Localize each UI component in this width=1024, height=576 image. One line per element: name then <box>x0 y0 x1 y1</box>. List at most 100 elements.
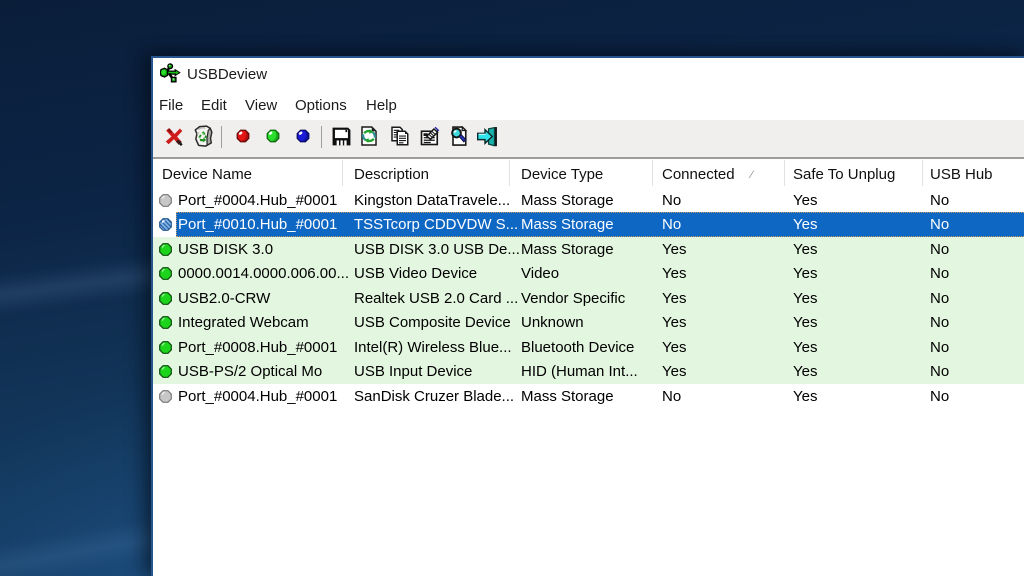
device-status-green-icon <box>159 291 172 305</box>
toolbar-uninstall-device-button[interactable] <box>190 123 216 149</box>
device-row[interactable]: Port_#0008.Hub_#0001 Intel(R) Wireless Bl… <box>153 334 1024 360</box>
device-status-gray-icon <box>159 389 172 403</box>
device-row[interactable]: Port_#0010.Hub_#0001 TSSTcorp CDDVDW S...… <box>153 212 1024 237</box>
cell-usb_hub: No <box>930 387 950 405</box>
device-status-gray-icon <box>159 194 172 207</box>
cell-safe_to_unplug: Yes <box>793 289 818 307</box>
toolbar-red-ball-button[interactable] <box>230 123 256 149</box>
exit-door-icon <box>476 126 497 146</box>
cell-usb_hub: No <box>930 192 950 209</box>
cell-device_name: USB2.0-CRW <box>178 289 271 307</box>
sort-indicator-icon: ⁄ <box>751 169 753 181</box>
device-row[interactable]: USB-PS/2 Optical Mo USB Input Device HID (… <box>153 359 1024 384</box>
device-status-green-icon <box>159 365 172 379</box>
recycle-bin-icon <box>194 125 213 147</box>
properties-icon <box>420 126 439 146</box>
cell-connected: Yes <box>662 314 687 332</box>
cell-usb_hub: No <box>930 314 950 332</box>
menu-file[interactable]: File <box>150 97 192 114</box>
menu-help[interactable]: Help <box>357 97 406 114</box>
cell-connected: Yes <box>662 265 687 283</box>
device-status-green-icon <box>159 242 172 256</box>
cell-safe_to_unplug: Yes <box>793 338 818 356</box>
find-icon <box>451 126 468 146</box>
cell-connected: Yes <box>662 338 687 356</box>
column-header-device-name[interactable]: Device Name <box>162 166 252 183</box>
toolbar-copy-button[interactable] <box>387 123 413 149</box>
device-row[interactable]: Integrated Webcam USB Composite Device Unk… <box>153 310 1024 335</box>
device-row[interactable]: USB DISK 3.0 USB DISK 3.0 USB De... Mass S… <box>153 236 1024 262</box>
column-separator[interactable] <box>509 160 510 186</box>
cell-device_type: Mass Storage <box>521 240 614 258</box>
menu-options[interactable]: Options <box>286 97 356 114</box>
device-status-green-icon <box>159 340 172 354</box>
device-row[interactable]: 0000.0014.0000.006.00... USB Video Device… <box>153 261 1024 286</box>
cell-device_name: Port_#0004.Hub_#0001 <box>178 387 338 405</box>
usb-app-icon <box>160 63 181 83</box>
red-x-icon <box>165 127 183 146</box>
cell-connected: No <box>662 192 682 209</box>
cell-device_name: Port_#0010.Hub_#0001 <box>178 216 338 234</box>
cell-device_type: Mass Storage <box>521 387 614 405</box>
cell-description: TSSTcorp CDDVDW S... <box>354 216 519 234</box>
column-separator[interactable] <box>342 160 343 186</box>
cell-device_type: Mass Storage <box>521 216 614 234</box>
toolbar-separator <box>321 126 322 148</box>
toolbar-find-button[interactable] <box>446 123 472 149</box>
green-ball-icon <box>266 129 279 143</box>
cell-device_name: Port_#0008.Hub_#0001 <box>178 338 338 356</box>
device-status-green-icon <box>159 316 172 330</box>
menu-view[interactable]: View <box>236 97 286 114</box>
cell-device_type: Mass Storage <box>521 192 614 209</box>
cell-device_name: Port_#0004.Hub_#0001 <box>178 192 338 209</box>
toolbar-refresh-button[interactable] <box>356 123 382 149</box>
cell-device_type: Video <box>521 265 560 283</box>
cell-safe_to_unplug: Yes <box>793 216 818 234</box>
device-row[interactable]: Port_#0004.Hub_#0001 SanDisk Cruzer Blade… <box>153 383 1024 409</box>
cell-usb_hub: No <box>930 265 950 283</box>
device-status-green-icon <box>159 267 172 281</box>
cell-usb_hub: No <box>930 240 950 258</box>
cell-description: Realtek USB 2.0 Card ... <box>354 289 519 307</box>
device-row[interactable]: Port_#0004.Hub_#0001 Kingston DataTravele… <box>153 188 1024 213</box>
cell-connected: Yes <box>662 289 687 307</box>
cell-connected: No <box>662 216 682 234</box>
column-header-description[interactable]: Description <box>354 166 429 183</box>
cell-description: SanDisk Cruzer Blade... <box>354 387 515 405</box>
cell-usb_hub: No <box>930 363 950 381</box>
cell-description: USB Composite Device <box>354 314 511 332</box>
titlebar[interactable]: USBDeview <box>153 58 1024 92</box>
column-separator[interactable] <box>922 160 923 186</box>
cell-device_name: 0000.0014.0000.006.00... <box>178 265 349 283</box>
cell-safe_to_unplug: Yes <box>793 314 818 332</box>
column-header-connected[interactable]: Connected <box>662 166 735 183</box>
toolbar-save-button[interactable] <box>329 123 355 149</box>
toolbar-exit-button[interactable] <box>474 123 500 149</box>
cell-safe_to_unplug: Yes <box>793 240 818 258</box>
cell-device_name: Integrated Webcam <box>178 314 309 332</box>
cell-connected: Yes <box>662 363 687 381</box>
device-status-selected-icon <box>159 218 172 232</box>
cell-description: Intel(R) Wireless Blue... <box>354 338 512 356</box>
cell-safe_to_unplug: Yes <box>793 363 818 381</box>
toolbar-separator <box>221 126 222 148</box>
toolbar-properties-button[interactable] <box>417 123 443 149</box>
cell-usb_hub: No <box>930 216 950 234</box>
usbdeview-window: USBDeview File Edit View Options Help De… <box>151 56 1024 576</box>
column-header-device-type[interactable]: Device Type <box>521 166 603 183</box>
cell-device_type: Vendor Specific <box>521 289 626 307</box>
cell-safe_to_unplug: Yes <box>793 265 818 283</box>
toolbar-green-ball-button[interactable] <box>260 123 286 149</box>
column-header-usb-hub[interactable]: USB Hub <box>930 166 993 183</box>
cell-device_name: USB DISK 3.0 <box>178 240 274 258</box>
column-separator[interactable] <box>784 160 785 186</box>
column-separator[interactable] <box>652 160 653 186</box>
cell-usb_hub: No <box>930 289 950 307</box>
device-row[interactable]: USB2.0-CRW Realtek USB 2.0 Card ... Vendor… <box>153 285 1024 311</box>
toolbar-blue-ball-button[interactable] <box>290 123 316 149</box>
column-header-safe-to-unplug[interactable]: Safe To Unplug <box>793 166 895 183</box>
toolbar-disconnect-device-button[interactable] <box>160 123 186 149</box>
red-ball-icon <box>236 129 250 143</box>
menu-edit[interactable]: Edit <box>192 97 236 114</box>
refresh-icon <box>361 126 377 146</box>
